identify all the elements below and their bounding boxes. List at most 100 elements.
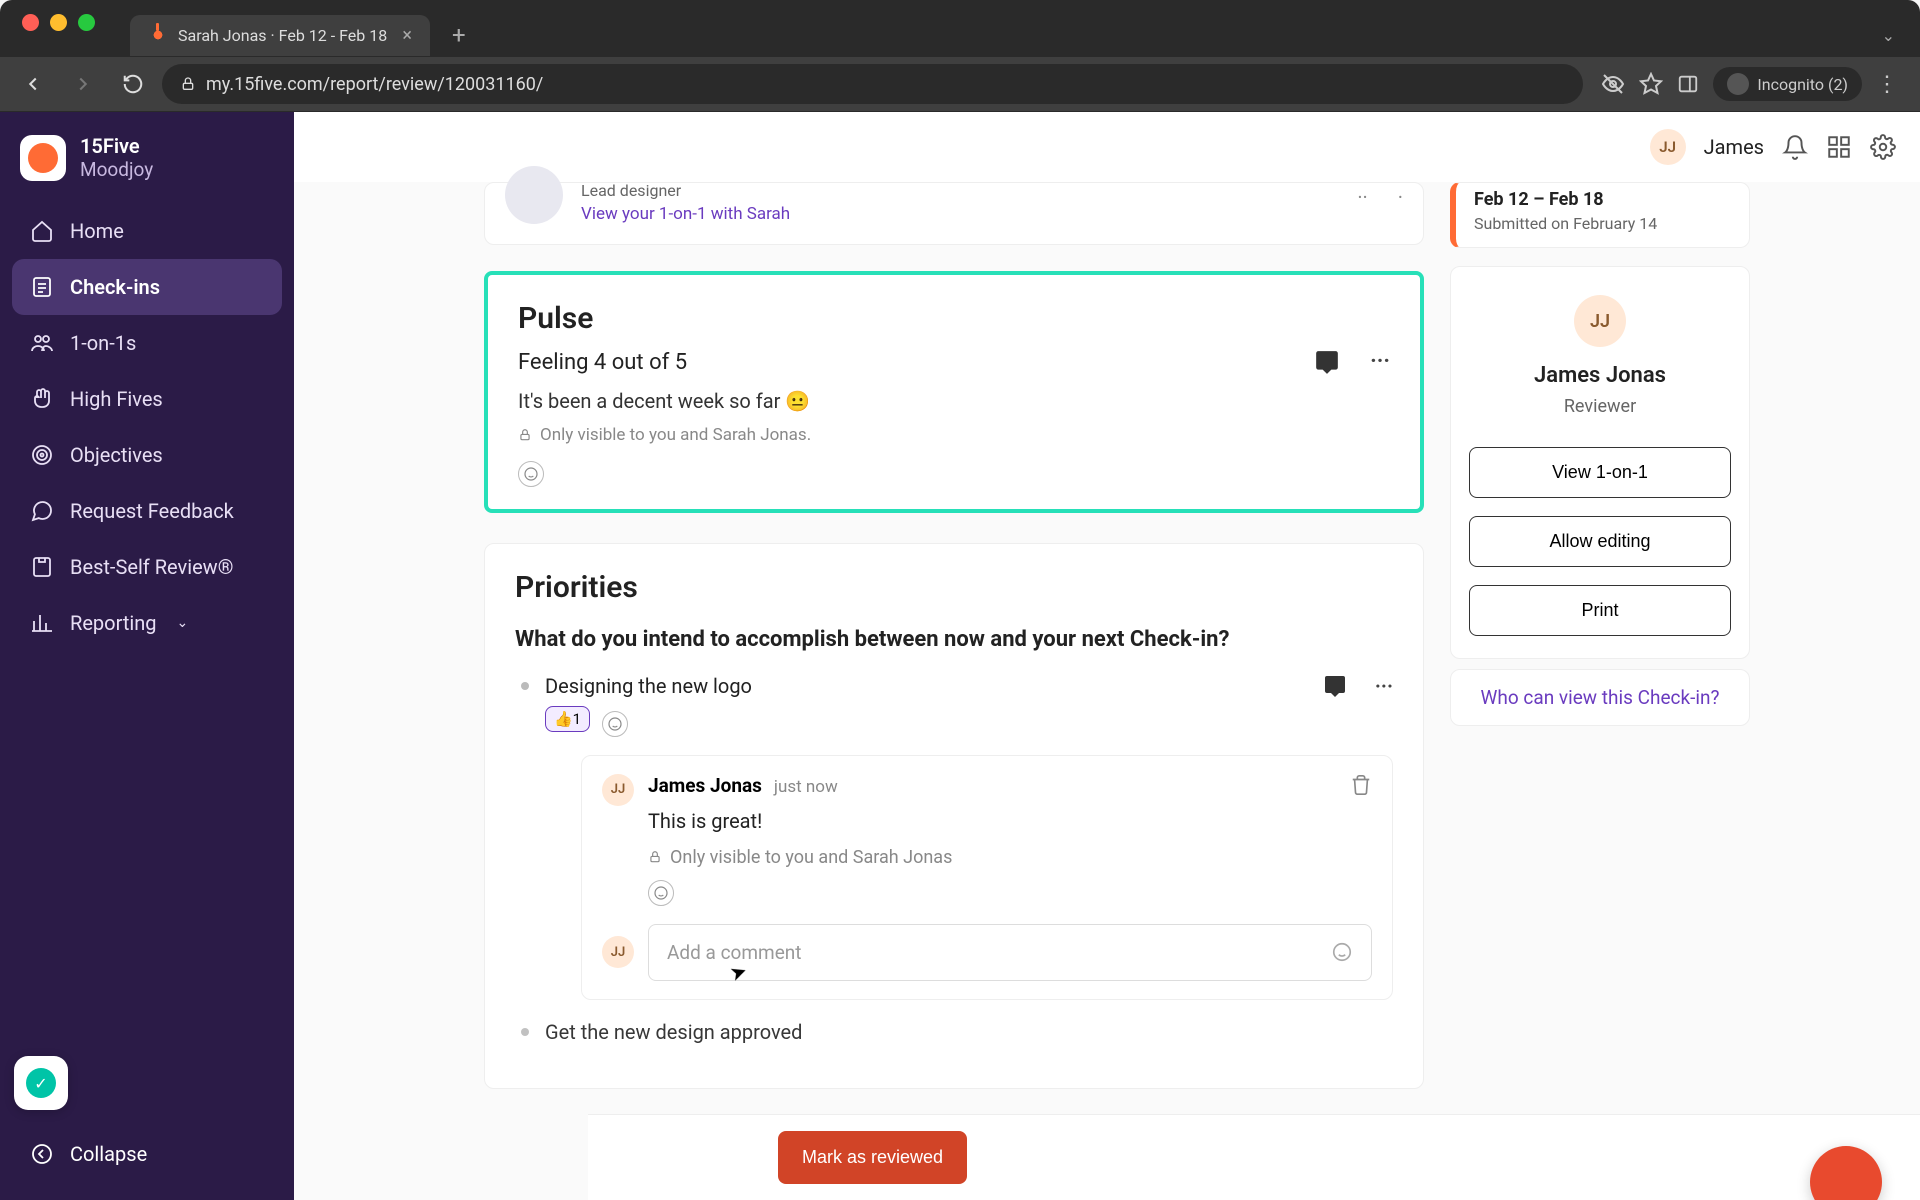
pulse-subtitle: Feeling 4 out of 5 <box>518 350 1390 375</box>
date-range: Feb 12 – Feb 18 <box>1474 189 1731 210</box>
lock-icon <box>180 76 196 92</box>
pulse-card: Pulse Feeling 4 out of 5 It's been a dec… <box>484 271 1424 513</box>
comment-icon[interactable] <box>1314 349 1340 375</box>
more-icon[interactable]: ··· <box>1370 349 1390 375</box>
sidebar-item-checkins[interactable]: Check-ins <box>12 259 282 315</box>
add-reaction-button[interactable] <box>518 461 544 487</box>
sidebar-item-label: Objectives <box>70 443 163 467</box>
incognito-icon <box>1727 73 1749 95</box>
pulse-body: It's been a decent week so far 😐 <box>518 389 1390 413</box>
sidebar-item-label: Check-ins <box>70 275 160 299</box>
brand-logo-icon <box>20 135 66 181</box>
address-bar[interactable]: my.15five.com/report/review/120031160/ <box>162 64 1583 104</box>
sidebar-item-label: Reporting <box>70 611 157 635</box>
apps-grid-icon[interactable] <box>1826 134 1852 160</box>
collapse-label: Collapse <box>70 1142 147 1166</box>
sidebar-item-label: High Fives <box>70 387 163 411</box>
bookmark-star-icon[interactable] <box>1639 72 1663 96</box>
gear-icon[interactable] <box>1870 134 1896 160</box>
bullet-icon <box>521 682 529 690</box>
tab-title: Sarah Jonas · Feb 12 - Feb 18 <box>178 26 387 45</box>
topbar-username[interactable]: James <box>1704 135 1764 159</box>
comment-icon[interactable] <box>1323 674 1347 698</box>
browser-tab[interactable]: Sarah Jonas · Feb 12 - Feb 18 × <box>130 15 430 56</box>
nav-back-button[interactable] <box>12 65 54 103</box>
new-tab-button[interactable]: + <box>442 21 476 49</box>
eye-off-icon[interactable] <box>1601 72 1625 96</box>
more-icon[interactable]: ··· <box>1375 674 1393 698</box>
bullet-icon <box>521 1028 529 1036</box>
workspace-name: Moodjoy <box>80 158 153 181</box>
priorities-card: Priorities What do you intend to accompl… <box>484 543 1424 1089</box>
reaction-pill[interactable]: 👍1 <box>545 706 590 732</box>
profile-action-two[interactable]: · <box>1398 185 1403 209</box>
panel-icon[interactable] <box>1677 73 1699 95</box>
incognito-label: Incognito (2) <box>1757 75 1848 94</box>
sidebar-item-objectives[interactable]: Objectives <box>12 427 282 483</box>
emoji-picker-icon[interactable] <box>1331 941 1353 963</box>
priorities-title: Priorities <box>515 570 1393 605</box>
lock-icon <box>518 428 532 442</box>
add-reaction-button[interactable] <box>648 880 674 906</box>
view-oneonone-button[interactable]: View 1-on-1 <box>1469 447 1731 498</box>
allow-editing-button[interactable]: Allow editing <box>1469 516 1731 567</box>
reviewer-role: Reviewer <box>1564 396 1636 417</box>
sidebar-collapse[interactable]: Collapse <box>12 1126 282 1182</box>
priority-item: Designing the new logo ··· 👍1 <box>515 674 1393 1000</box>
avatar: JJ <box>602 774 634 806</box>
profile-action-one[interactable]: ·· <box>1357 185 1367 209</box>
mark-reviewed-button[interactable]: Mark as reviewed <box>778 1131 967 1184</box>
view-oneonone-link[interactable]: View your 1-on-1 with Sarah <box>581 204 790 224</box>
comment-text: This is great! <box>648 809 1372 833</box>
main-content: JJ James Lead designer View your 1-on-1 … <box>294 112 1920 1200</box>
submitted-on: Submitted on February 14 <box>1474 214 1731 233</box>
print-button[interactable]: Print <box>1469 585 1731 636</box>
incognito-indicator[interactable]: Incognito (2) <box>1713 67 1862 101</box>
nav-forward-button[interactable] <box>62 65 104 103</box>
tab-close-icon[interactable]: × <box>402 25 412 46</box>
sidebar-item-label: Request Feedback <box>70 499 234 523</box>
profile-summary-card: Lead designer View your 1-on-1 with Sara… <box>484 182 1424 245</box>
footer-bar: Mark as reviewed <box>588 1114 1920 1200</box>
profile-avatar <box>505 166 563 224</box>
address-row: my.15five.com/report/review/120031160/ I… <box>0 57 1920 111</box>
tabs-overflow-icon[interactable]: ⌄ <box>1882 26 1895 45</box>
url-text: my.15five.com/report/review/120031160/ <box>206 74 543 95</box>
sidebar-item-label: Home <box>70 219 124 243</box>
comment-placeholder: Add a comment <box>667 941 801 964</box>
sidebar-item-bestself[interactable]: Best-Self Review® <box>12 539 282 595</box>
trash-icon[interactable] <box>1350 774 1372 796</box>
pulse-title: Pulse <box>518 301 1390 336</box>
kebab-menu-icon[interactable]: ⋮ <box>1876 72 1898 97</box>
sidebar-item-highfives[interactable]: High Fives <box>12 371 282 427</box>
comment-input[interactable]: Add a comment <box>648 924 1372 981</box>
check-badge-icon: ✓ <box>26 1068 56 1098</box>
sidebar-item-home[interactable]: Home <box>12 203 282 259</box>
date-range-card: Feb 12 – Feb 18 Submitted on February 14 <box>1450 182 1750 248</box>
sidebar-item-reporting[interactable]: Reporting ⌄ <box>12 595 282 651</box>
pulse-privacy: Only visible to you and Sarah Jonas. <box>518 425 1390 445</box>
avatar: JJ <box>1574 295 1626 347</box>
sidebar-item-label: 1-on-1s <box>70 331 136 355</box>
comment-thread: JJ James Jonas just now This is great! <box>581 755 1393 1000</box>
chart-icon <box>30 611 54 635</box>
priority-item: Get the new design approved <box>515 1020 1393 1044</box>
sidebar-item-oneonones[interactable]: 1-on-1s <box>12 315 282 371</box>
add-reaction-button[interactable] <box>602 711 628 737</box>
review-icon <box>30 555 54 579</box>
reviewer-card: JJ James Jonas Reviewer View 1-on-1 Allo… <box>1450 266 1750 659</box>
help-widget[interactable]: ✓ <box>14 1056 68 1110</box>
comment-timestamp: just now <box>774 777 838 797</box>
bell-icon[interactable] <box>1782 134 1808 160</box>
comment-author: James Jonas <box>648 774 762 797</box>
brand[interactable]: 15Five Moodjoy <box>12 130 282 203</box>
sidebar-item-request-feedback[interactable]: Request Feedback <box>12 483 282 539</box>
avatar: JJ <box>602 936 634 968</box>
who-can-view-link[interactable]: Who can view this Check-in? <box>1450 669 1750 726</box>
sidebar: 15Five Moodjoy Home Check-ins 1-on-1s <box>0 112 294 1200</box>
chevron-down-icon: ⌄ <box>177 615 189 631</box>
checkins-icon <box>30 275 54 299</box>
avatar[interactable]: JJ <box>1650 129 1686 165</box>
nav-reload-button[interactable] <box>112 65 154 103</box>
highfive-icon <box>30 387 54 411</box>
